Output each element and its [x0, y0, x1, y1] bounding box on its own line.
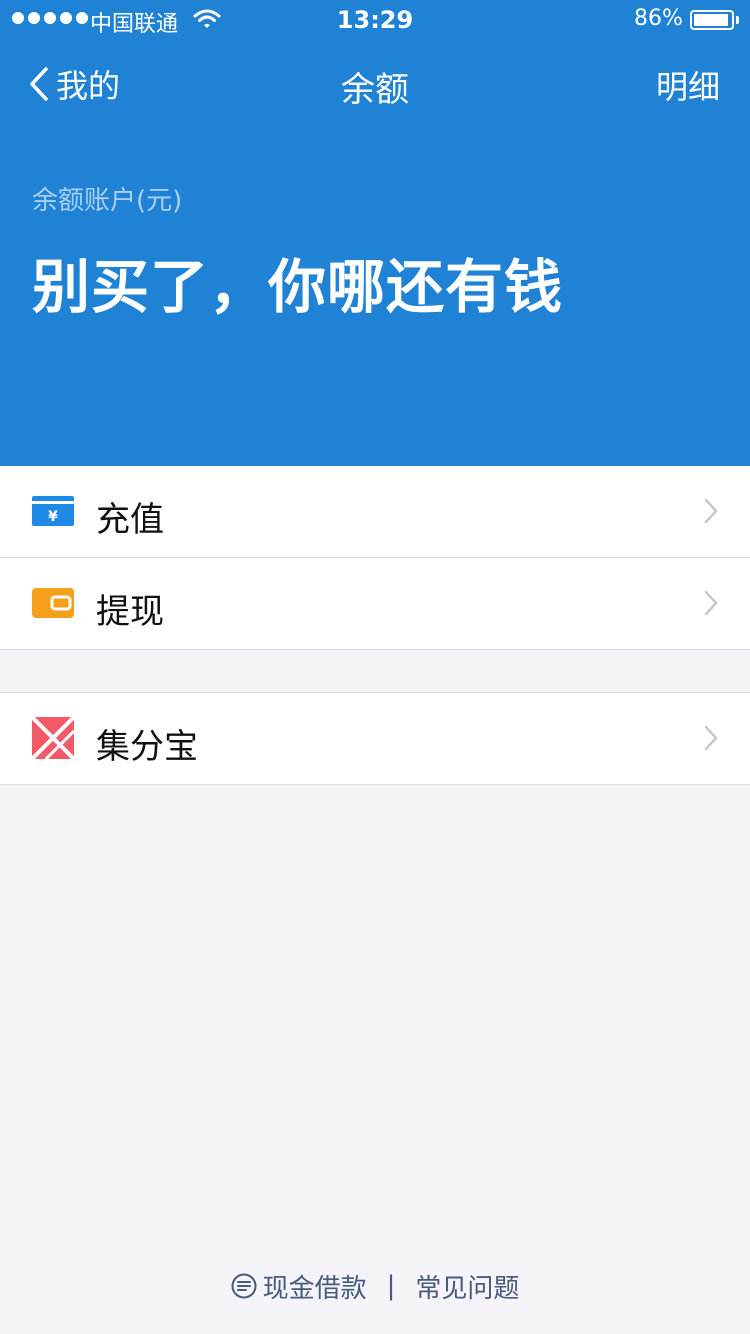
- faq-link[interactable]: 常见问题: [415, 1268, 519, 1305]
- menu-item-label: 提现: [96, 592, 164, 632]
- footer-links: 现金借款 | 常见问题: [0, 1266, 750, 1306]
- page-title: 余额: [341, 70, 409, 110]
- menu-item-label: 集分宝: [96, 727, 198, 767]
- cash-loan-icon: [231, 1273, 257, 1299]
- recharge-icon: ¥: [32, 496, 74, 526]
- points-menu: 集分宝: [0, 692, 750, 785]
- battery-percentage: 86%: [634, 6, 683, 31]
- funds-menu: ¥ 充值 提现: [0, 466, 750, 650]
- chevron-right-icon: [704, 590, 718, 616]
- status-bar: 中国联通 13:29 86%: [0, 0, 750, 40]
- wallet-icon: [32, 588, 74, 618]
- menu-item-jifenbao[interactable]: 集分宝: [0, 693, 750, 785]
- chevron-right-icon: [704, 498, 718, 524]
- balance-value: 别买了，你哪还有钱: [32, 253, 564, 321]
- menu-item-recharge[interactable]: ¥ 充值: [0, 466, 750, 558]
- battery-icon: [690, 10, 734, 30]
- chevron-right-icon: [704, 725, 718, 751]
- navigation-bar: 我的 余额 明细: [0, 48, 750, 120]
- menu-item-label: 充值: [96, 500, 164, 540]
- cash-loan-link[interactable]: 现金借款: [231, 1268, 367, 1305]
- jifenbao-icon: [32, 717, 74, 759]
- balance-header: 中国联通 13:29 86% 我的 余额 明细 余额账户(元) 别买了，你哪还有…: [0, 0, 750, 466]
- svg-text:¥: ¥: [48, 509, 58, 525]
- menu-item-withdraw[interactable]: 提现: [0, 558, 750, 650]
- cash-loan-label: 现金借款: [262, 1273, 367, 1304]
- footer-separator: |: [386, 1271, 396, 1301]
- battery-tip: [736, 16, 739, 24]
- balance-label: 余额账户(元): [32, 186, 183, 216]
- faq-label: 常见问题: [415, 1273, 520, 1304]
- details-button[interactable]: 明细: [656, 62, 720, 108]
